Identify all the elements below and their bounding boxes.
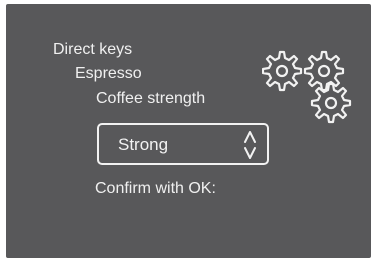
display-screen: Direct keys Espresso Coffee strength Str… [6, 4, 371, 258]
coffee-strength-selector[interactable]: Strong [97, 123, 269, 165]
breadcrumb-level-1: Direct keys [53, 41, 133, 58]
up-down-arrows-icon[interactable] [241, 130, 259, 160]
breadcrumb-level-3: Coffee strength [96, 90, 206, 107]
confirm-prompt: Confirm with OK: [95, 180, 216, 197]
breadcrumb-level-2: Espresso [75, 65, 142, 82]
gears-icon [262, 50, 352, 124]
selected-strength-value: Strong [118, 135, 169, 154]
